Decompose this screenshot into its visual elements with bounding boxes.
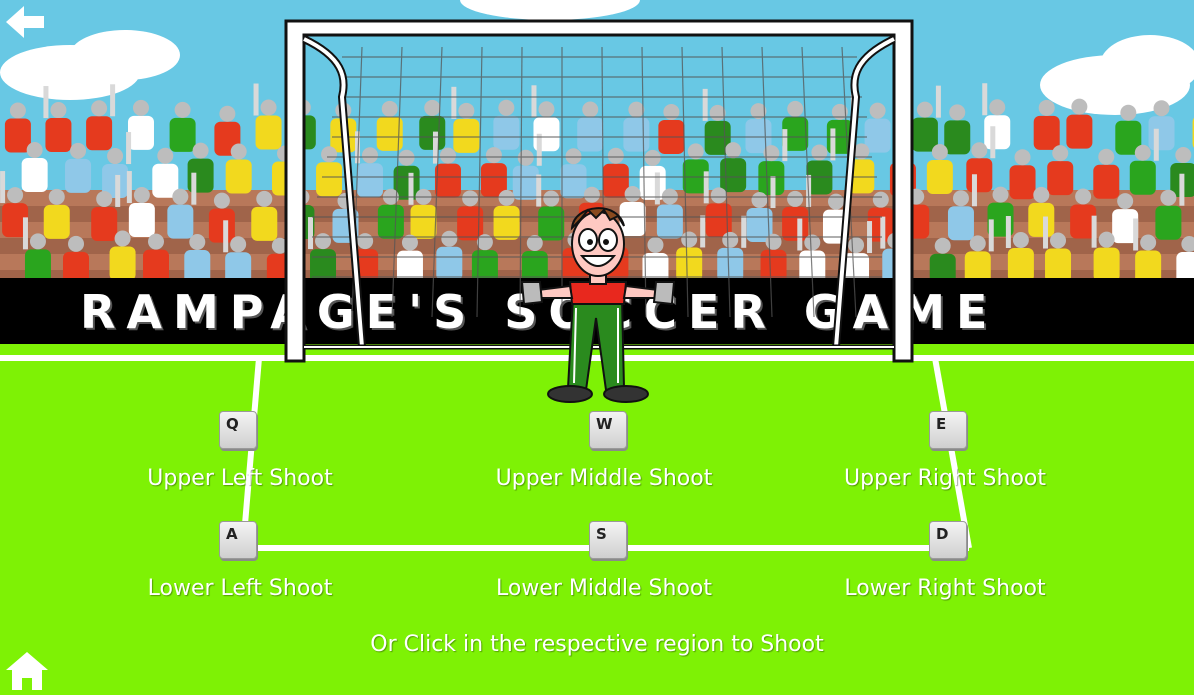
home-icon[interactable] <box>4 648 50 692</box>
lower-left-shoot-label: Lower Left Shoot <box>147 576 333 601</box>
click-region-hint: Or Click in the respective region to Sho… <box>370 632 824 657</box>
upper-left-shoot-label: Upper Left Shoot <box>147 466 333 491</box>
lower-middle-shoot-label: Lower Middle Shoot <box>495 576 712 601</box>
key-a-button[interactable]: A <box>219 521 257 559</box>
key-w-button[interactable]: W <box>589 411 627 449</box>
goalkeeper-character <box>520 207 676 403</box>
arrow-left-icon[interactable] <box>2 2 48 42</box>
key-e-button[interactable]: E <box>929 411 967 449</box>
key-d-button[interactable]: D <box>929 521 967 559</box>
upper-right-shoot-label: Upper Right Shoot <box>844 466 1046 491</box>
key-s-button[interactable]: S <box>589 521 627 559</box>
upper-middle-shoot-label: Upper Middle Shoot <box>495 466 713 491</box>
lower-right-shoot-label: Lower Right Shoot <box>844 576 1046 601</box>
key-q-button[interactable]: Q <box>219 411 257 449</box>
